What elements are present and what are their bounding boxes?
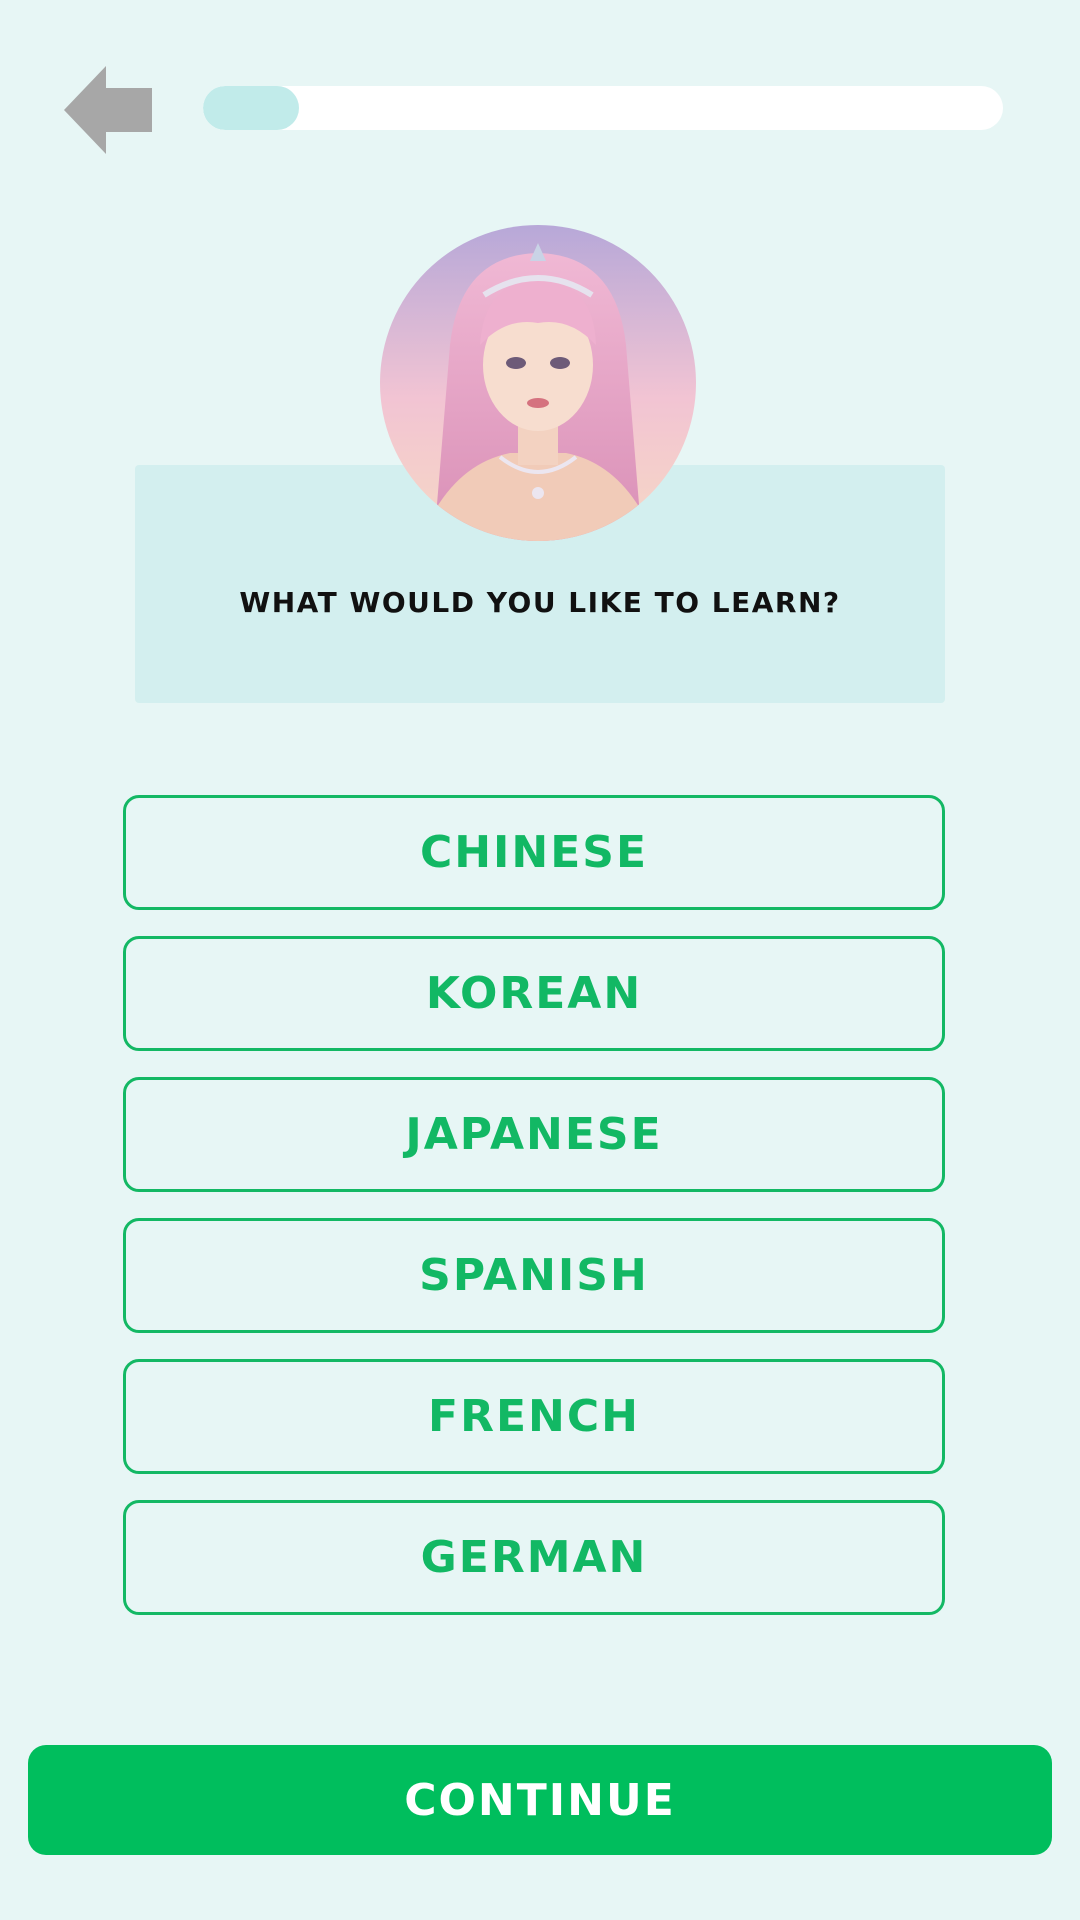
- option-korean-button[interactable]: KOREAN: [123, 936, 945, 1051]
- option-spanish-button[interactable]: SPANISH: [123, 1218, 945, 1333]
- question-title: WHAT WOULD YOU LIKE TO LEARN?: [239, 586, 841, 619]
- language-options: CHINESE KOREAN JAPANESE SPANISH FRENCH G…: [123, 795, 945, 1641]
- continue-button[interactable]: CONTINUE: [28, 1745, 1052, 1855]
- progress-bar: [203, 86, 1003, 130]
- option-japanese-button[interactable]: JAPANESE: [123, 1077, 945, 1192]
- option-label: JAPANESE: [405, 1109, 663, 1160]
- progress-fill: [203, 86, 299, 130]
- option-german-button[interactable]: GERMAN: [123, 1500, 945, 1615]
- option-label: CHINESE: [419, 827, 649, 878]
- back-button[interactable]: [64, 66, 152, 154]
- option-french-button[interactable]: FRENCH: [123, 1359, 945, 1474]
- arrow-left-icon: [64, 66, 152, 154]
- avatar: [380, 225, 696, 541]
- option-label: GERMAN: [420, 1532, 648, 1583]
- option-label: SPANISH: [419, 1250, 649, 1301]
- continue-label: CONTINUE: [404, 1774, 676, 1826]
- option-label: FRENCH: [428, 1391, 640, 1442]
- option-chinese-button[interactable]: CHINESE: [123, 795, 945, 910]
- option-label: KOREAN: [425, 968, 643, 1019]
